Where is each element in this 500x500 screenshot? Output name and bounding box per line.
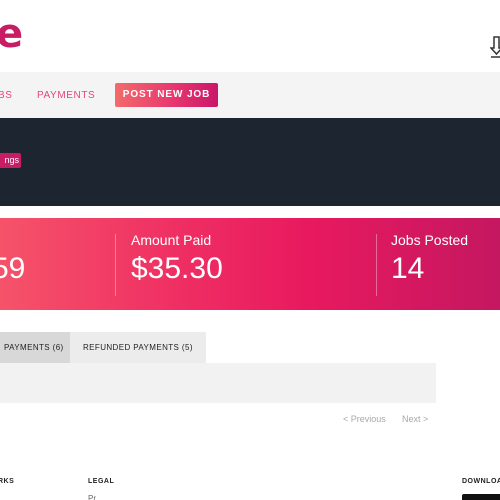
- dashboard-banner: [0, 118, 500, 206]
- footer-link-legal[interactable]: Pr: [88, 494, 96, 500]
- pagination-previous-link[interactable]: < Previous: [343, 413, 386, 425]
- site-logo[interactable]: e: [0, 14, 23, 54]
- nav-jobs-link[interactable]: BS: [0, 90, 13, 102]
- stat-label-jobs-posted: Jobs Posted: [391, 232, 469, 248]
- footer-heading-works: RKS: [0, 478, 15, 485]
- pagination-next-link[interactable]: Next >: [402, 413, 428, 425]
- tab-payments[interactable]: PAYMENTS (6): [0, 332, 70, 363]
- main-nav: BS PAYMENTS: [0, 72, 500, 118]
- nav-payments-link[interactable]: PAYMENTS: [37, 90, 95, 102]
- stat-value-jobs-posted: 14: [391, 252, 425, 285]
- stat-divider: [115, 234, 116, 296]
- footer-heading-download: DOWNLOA: [462, 478, 500, 485]
- stat-value-first: 59: [0, 252, 26, 285]
- post-new-job-button[interactable]: POST NEW JOB: [115, 83, 218, 107]
- tab-panel: [0, 363, 436, 403]
- settings-tag[interactable]: ngs: [0, 153, 21, 168]
- stat-divider: [376, 234, 377, 296]
- app-store-badge[interactable]: [462, 494, 500, 500]
- tab-refunded-payments[interactable]: REFUNDED PAYMENTS (5): [70, 332, 206, 363]
- footer-heading-legal: LEGAL: [88, 478, 115, 485]
- stat-label-amount-paid: Amount Paid: [131, 232, 212, 248]
- site-header: e: [0, 0, 500, 72]
- download-icon[interactable]: [489, 36, 500, 60]
- stat-value-amount-paid: $35.30: [131, 252, 223, 285]
